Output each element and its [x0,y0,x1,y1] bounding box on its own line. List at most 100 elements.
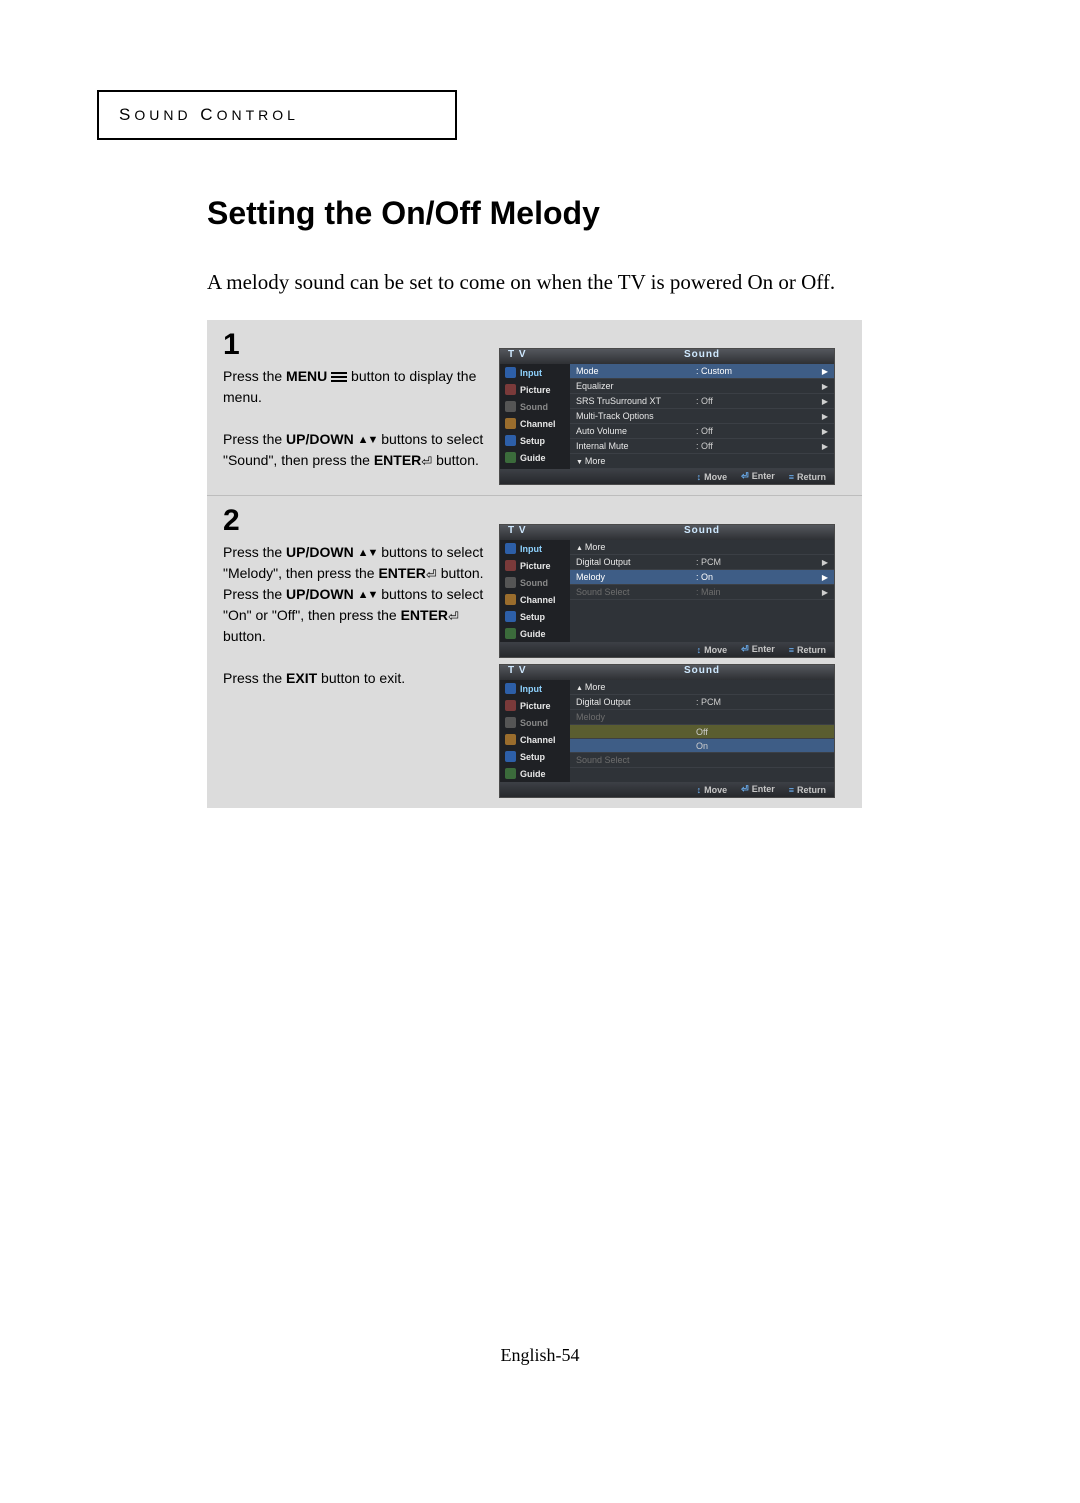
osd-sidebar-icon [505,751,516,762]
osd-sidebar-label: Channel [520,595,556,605]
osd-sidebar: InputPictureSoundChannelSetupGuide [500,540,570,642]
osd-menu-row: Sound Select: Main▶ [570,585,834,600]
osd-sidebar-icon [505,401,516,412]
osd-sidebar-label: Sound [520,718,548,728]
osd-sidebar-label: Setup [520,752,545,762]
bold-text: ENTER [401,607,448,623]
osd-menu-row: Equalizer ▶ [570,379,834,394]
osd-sidebar-item: Guide [500,625,570,642]
osd-sidebar-icon [505,577,516,588]
osd-menu-row: On [570,739,834,753]
osd-main: MoreDigital Output: PCMMelodyOffOnSound … [570,680,834,782]
page-footer: English-54 [0,1345,1080,1366]
osd-row-label: More [576,456,696,466]
osd-sidebar-icon [505,594,516,605]
updown-icon: ▲▼ [358,590,378,601]
osd-row-value: Off [696,727,828,737]
osd-title: Sound [570,525,834,540]
section-label: SOUND CONTROL [119,105,299,125]
osd-row-label: Melody [576,712,696,722]
osd-sidebar-label: Channel [520,419,556,429]
osd-menu-row: More [570,540,834,555]
osd-row-value: : On [696,572,818,582]
osd-row-value: : Main [696,587,818,597]
osd-sidebar-item: Setup [500,432,570,449]
bold-text: UP/DOWN [286,431,354,447]
osd-tv-label: T V [500,665,570,680]
footer-return: Return [789,785,826,795]
chevron-right-icon: ▶ [818,412,828,421]
osd-sidebar-icon [505,452,516,463]
text: Press the [223,544,286,560]
osd-sidebar-label: Picture [520,561,551,571]
osd-screen-3: T V Sound InputPictureSoundChannelSetupG… [499,664,835,798]
steps-container: 1 Press the MENU button to display the m… [207,320,862,808]
osd-sidebar-item: Input [500,680,570,697]
osd-menu-row: Melody [570,710,834,725]
osd-row-label: SRS TruSurround XT [576,396,696,406]
osd-row-value: : PCM [696,697,828,707]
osd-tv-label: T V [500,525,570,540]
step-2-number: 2 [223,506,485,536]
text: button to exit. [317,670,405,686]
osd-row-value: : Off [696,396,818,406]
osd-sidebar: InputPictureSoundChannelSetupGuide [500,680,570,782]
osd-row-value: : PCM [696,557,818,567]
osd-sidebar-label: Guide [520,453,546,463]
osd-sidebar-icon [505,560,516,571]
footer-enter: Enter [741,471,775,482]
osd-main: MoreDigital Output: PCM▶Melody: On▶Sound… [570,540,834,642]
osd-sidebar-label: Sound [520,402,548,412]
footer-return: Return [789,472,826,482]
osd-body: InputPictureSoundChannelSetupGuide MoreD… [500,680,834,782]
osd-sidebar-label: Input [520,684,542,694]
osd-sidebar-item: Input [500,364,570,381]
osd-sidebar-icon [505,768,516,779]
bold-text: MENU [286,368,327,384]
bold-text: ENTER [378,565,425,581]
osd-row-label: Equalizer [576,381,696,391]
osd-menu-row: Multi-Track Options ▶ [570,409,834,424]
chevron-right-icon: ▶ [818,397,828,406]
osd-menu-row: Off [570,725,834,739]
text: button. [432,452,479,468]
osd-sidebar-icon [505,384,516,395]
osd-row-label: Multi-Track Options [576,411,696,421]
osd-header: T V Sound [500,665,834,680]
osd-row-value: : Off [696,426,818,436]
osd-sidebar-label: Channel [520,735,556,745]
bold-text: UP/DOWN [286,586,354,602]
footer-enter: Enter [741,784,775,795]
osd-menu-row: Auto Volume: Off▶ [570,424,834,439]
osd-footer: Move Enter Return [500,469,834,484]
osd-tv-label: T V [500,349,570,364]
bold-text: UP/DOWN [286,544,354,560]
osd-sidebar-icon [505,734,516,745]
osd-sidebar-label: Input [520,368,542,378]
footer-move: Move [697,645,728,655]
step-1: 1 Press the MENU button to display the m… [207,320,862,495]
updown-icon: ▲▼ [358,435,378,446]
osd-menu-row: Sound Select [570,753,834,768]
enter-icon: ⏎ [448,607,459,627]
osd-sidebar: InputPictureSoundChannelSetupGuide [500,364,570,469]
footer-language: English- [501,1345,562,1365]
osd-menu-row: Mode: Custom▶ [570,364,834,379]
osd-sidebar-item: Picture [500,557,570,574]
osd-sidebar-item: Channel [500,591,570,608]
osd-sidebar-label: Setup [520,612,545,622]
step-2-body: Press the UP/DOWN ▲▼ buttons to select "… [223,542,485,689]
osd-footer: Move Enter Return [500,642,834,657]
enter-icon: ⏎ [426,565,437,585]
section-header-box: SOUND CONTROL [97,90,457,140]
chevron-right-icon: ▶ [818,382,828,391]
osd-menu-row: Internal Mute: Off▶ [570,439,834,454]
page-title: Setting the On/Off Melody [207,195,977,232]
osd-row-value: On [696,741,828,751]
osd-row-label: Digital Output [576,557,696,567]
osd-sidebar-item: Guide [500,449,570,466]
osd-row-label: More [576,542,696,552]
osd-body: InputPictureSoundChannelSetupGuide MoreD… [500,540,834,642]
osd-row-label: Sound Select [576,587,696,597]
osd-sidebar-label: Input [520,544,542,554]
